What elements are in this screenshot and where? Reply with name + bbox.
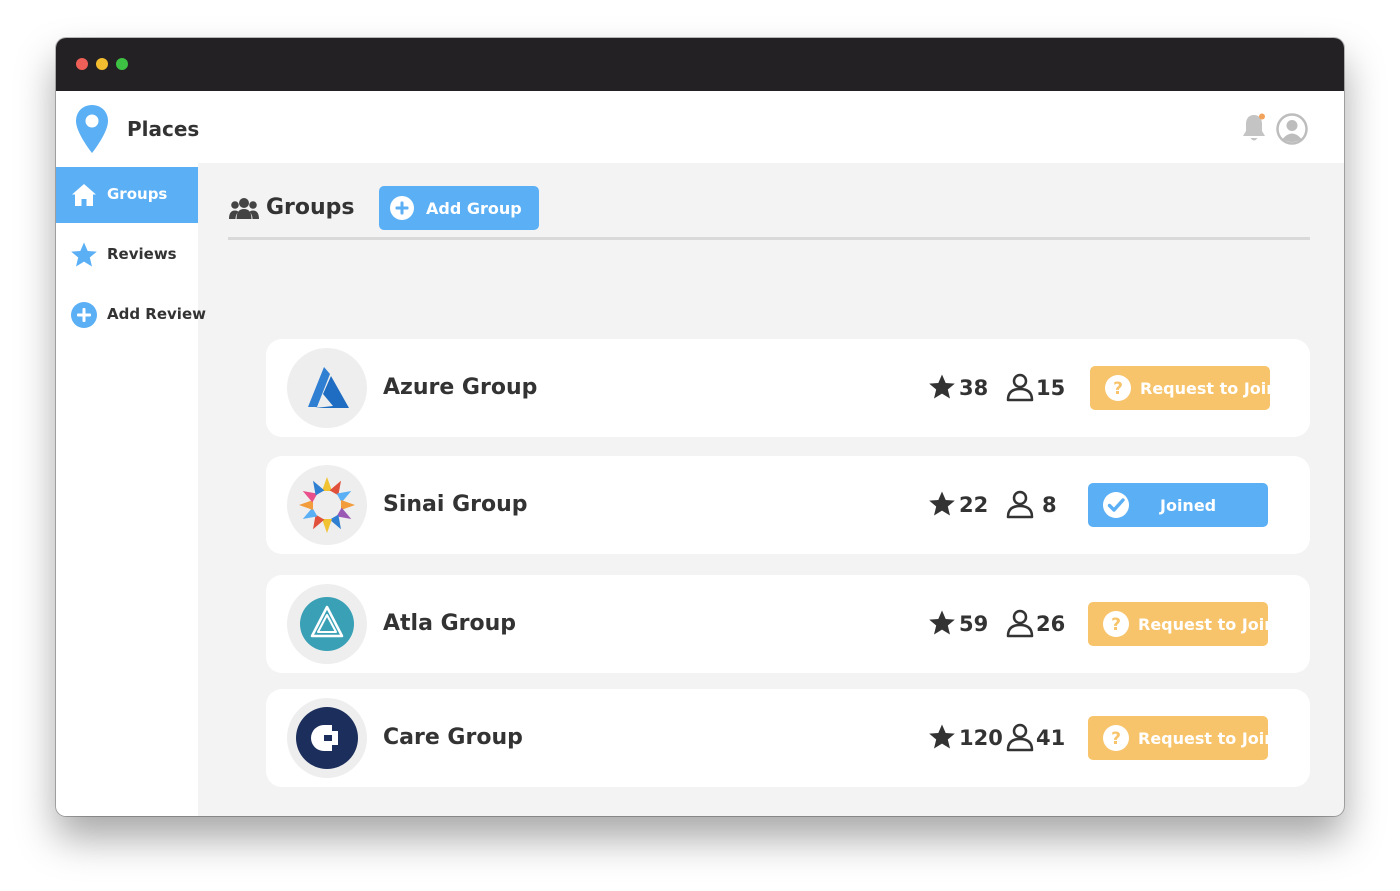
sidebar-item-label: Add Review bbox=[107, 305, 206, 323]
request-to-join-button[interactable]: ? Request to Join bbox=[1090, 366, 1278, 410]
group-name: Atla Group bbox=[383, 611, 517, 636]
sidebar-item-add-review[interactable]: Add Review bbox=[56, 287, 206, 343]
action-label: Joined bbox=[1160, 496, 1217, 515]
sidebar-item-label: Groups bbox=[107, 185, 168, 203]
sidebar-item-reviews[interactable]: Reviews bbox=[56, 227, 198, 283]
add-group-button[interactable]: Add Group bbox=[379, 186, 539, 230]
question-circle-icon: ? bbox=[1103, 725, 1129, 751]
plus-circle-icon bbox=[71, 302, 97, 328]
sidebar-item-label: Reviews bbox=[107, 245, 177, 263]
maximize-window-button[interactable] bbox=[116, 58, 128, 70]
person-icon bbox=[1006, 609, 1034, 638]
person-icon bbox=[1006, 490, 1034, 519]
plus-circle-icon bbox=[390, 196, 414, 220]
close-window-button[interactable] bbox=[76, 58, 88, 70]
header-divider bbox=[228, 237, 1310, 240]
map-pin-icon bbox=[76, 105, 108, 153]
main-content: Groups Add Group Azure Group 38 15 ? Req… bbox=[198, 163, 1344, 816]
request-to-join-button[interactable]: ? Request to Join bbox=[1088, 716, 1276, 760]
sidebar: Groups Reviews Add Review bbox=[56, 163, 206, 816]
sidebar-item-groups[interactable]: Groups bbox=[56, 167, 198, 223]
minimize-window-button[interactable] bbox=[96, 58, 108, 70]
add-group-label: Add Group bbox=[426, 199, 522, 218]
group-name: Sinai Group bbox=[383, 492, 528, 517]
user-avatar-icon[interactable] bbox=[1276, 113, 1308, 145]
bell-icon[interactable] bbox=[1240, 112, 1268, 144]
rating-count: 120 bbox=[959, 726, 1003, 750]
atla-logo bbox=[287, 584, 367, 664]
group-name: Care Group bbox=[383, 725, 523, 750]
rating-count: 22 bbox=[959, 493, 989, 517]
azure-logo bbox=[287, 348, 367, 428]
care-logo bbox=[287, 698, 367, 778]
rating-star-icon bbox=[929, 610, 955, 635]
rating-count: 38 bbox=[959, 376, 989, 400]
app-name: Places bbox=[127, 117, 200, 141]
question-circle-icon: ? bbox=[1105, 375, 1131, 401]
action-label: Request to Join bbox=[1138, 615, 1276, 634]
svg-text:?: ? bbox=[1111, 729, 1121, 749]
group-card-sinai[interactable]: Sinai Group 22 8 Joined bbox=[266, 456, 1310, 554]
action-label: Request to Join bbox=[1138, 729, 1276, 748]
rating-star-icon bbox=[929, 491, 955, 516]
request-to-join-button[interactable]: ? Request to Join bbox=[1088, 602, 1276, 646]
joined-button[interactable]: Joined bbox=[1088, 483, 1268, 527]
home-icon bbox=[72, 184, 96, 206]
group-card-azure[interactable]: Azure Group 38 15 ? Request to Join bbox=[266, 339, 1310, 437]
title-bar bbox=[56, 38, 1344, 91]
member-count: 15 bbox=[1036, 376, 1066, 400]
group-name: Azure Group bbox=[383, 375, 538, 400]
question-circle-icon: ? bbox=[1103, 611, 1129, 637]
svg-text:?: ? bbox=[1111, 615, 1121, 635]
svg-text:?: ? bbox=[1113, 379, 1123, 399]
person-icon bbox=[1006, 373, 1034, 402]
page-title: Groups bbox=[266, 195, 355, 220]
rating-star-icon bbox=[929, 724, 955, 749]
person-icon bbox=[1006, 723, 1034, 752]
check-circle-icon bbox=[1103, 492, 1129, 518]
member-count: 26 bbox=[1036, 612, 1066, 636]
member-count: 8 bbox=[1042, 493, 1057, 517]
member-count: 41 bbox=[1036, 726, 1066, 750]
group-card-care[interactable]: Care Group 120 41 ? Request to Join bbox=[266, 689, 1310, 787]
action-label: Request to Join bbox=[1140, 379, 1278, 398]
top-bar: Places bbox=[56, 91, 1344, 163]
group-card-atla[interactable]: Atla Group 59 26 ? Request to Join bbox=[266, 575, 1310, 673]
users-icon bbox=[229, 198, 259, 219]
star-icon bbox=[71, 242, 97, 267]
sinai-logo bbox=[287, 465, 367, 545]
rating-count: 59 bbox=[959, 612, 989, 636]
app-window: Places Groups Reviews Add Review Groups … bbox=[56, 38, 1344, 816]
rating-star-icon bbox=[929, 374, 955, 399]
